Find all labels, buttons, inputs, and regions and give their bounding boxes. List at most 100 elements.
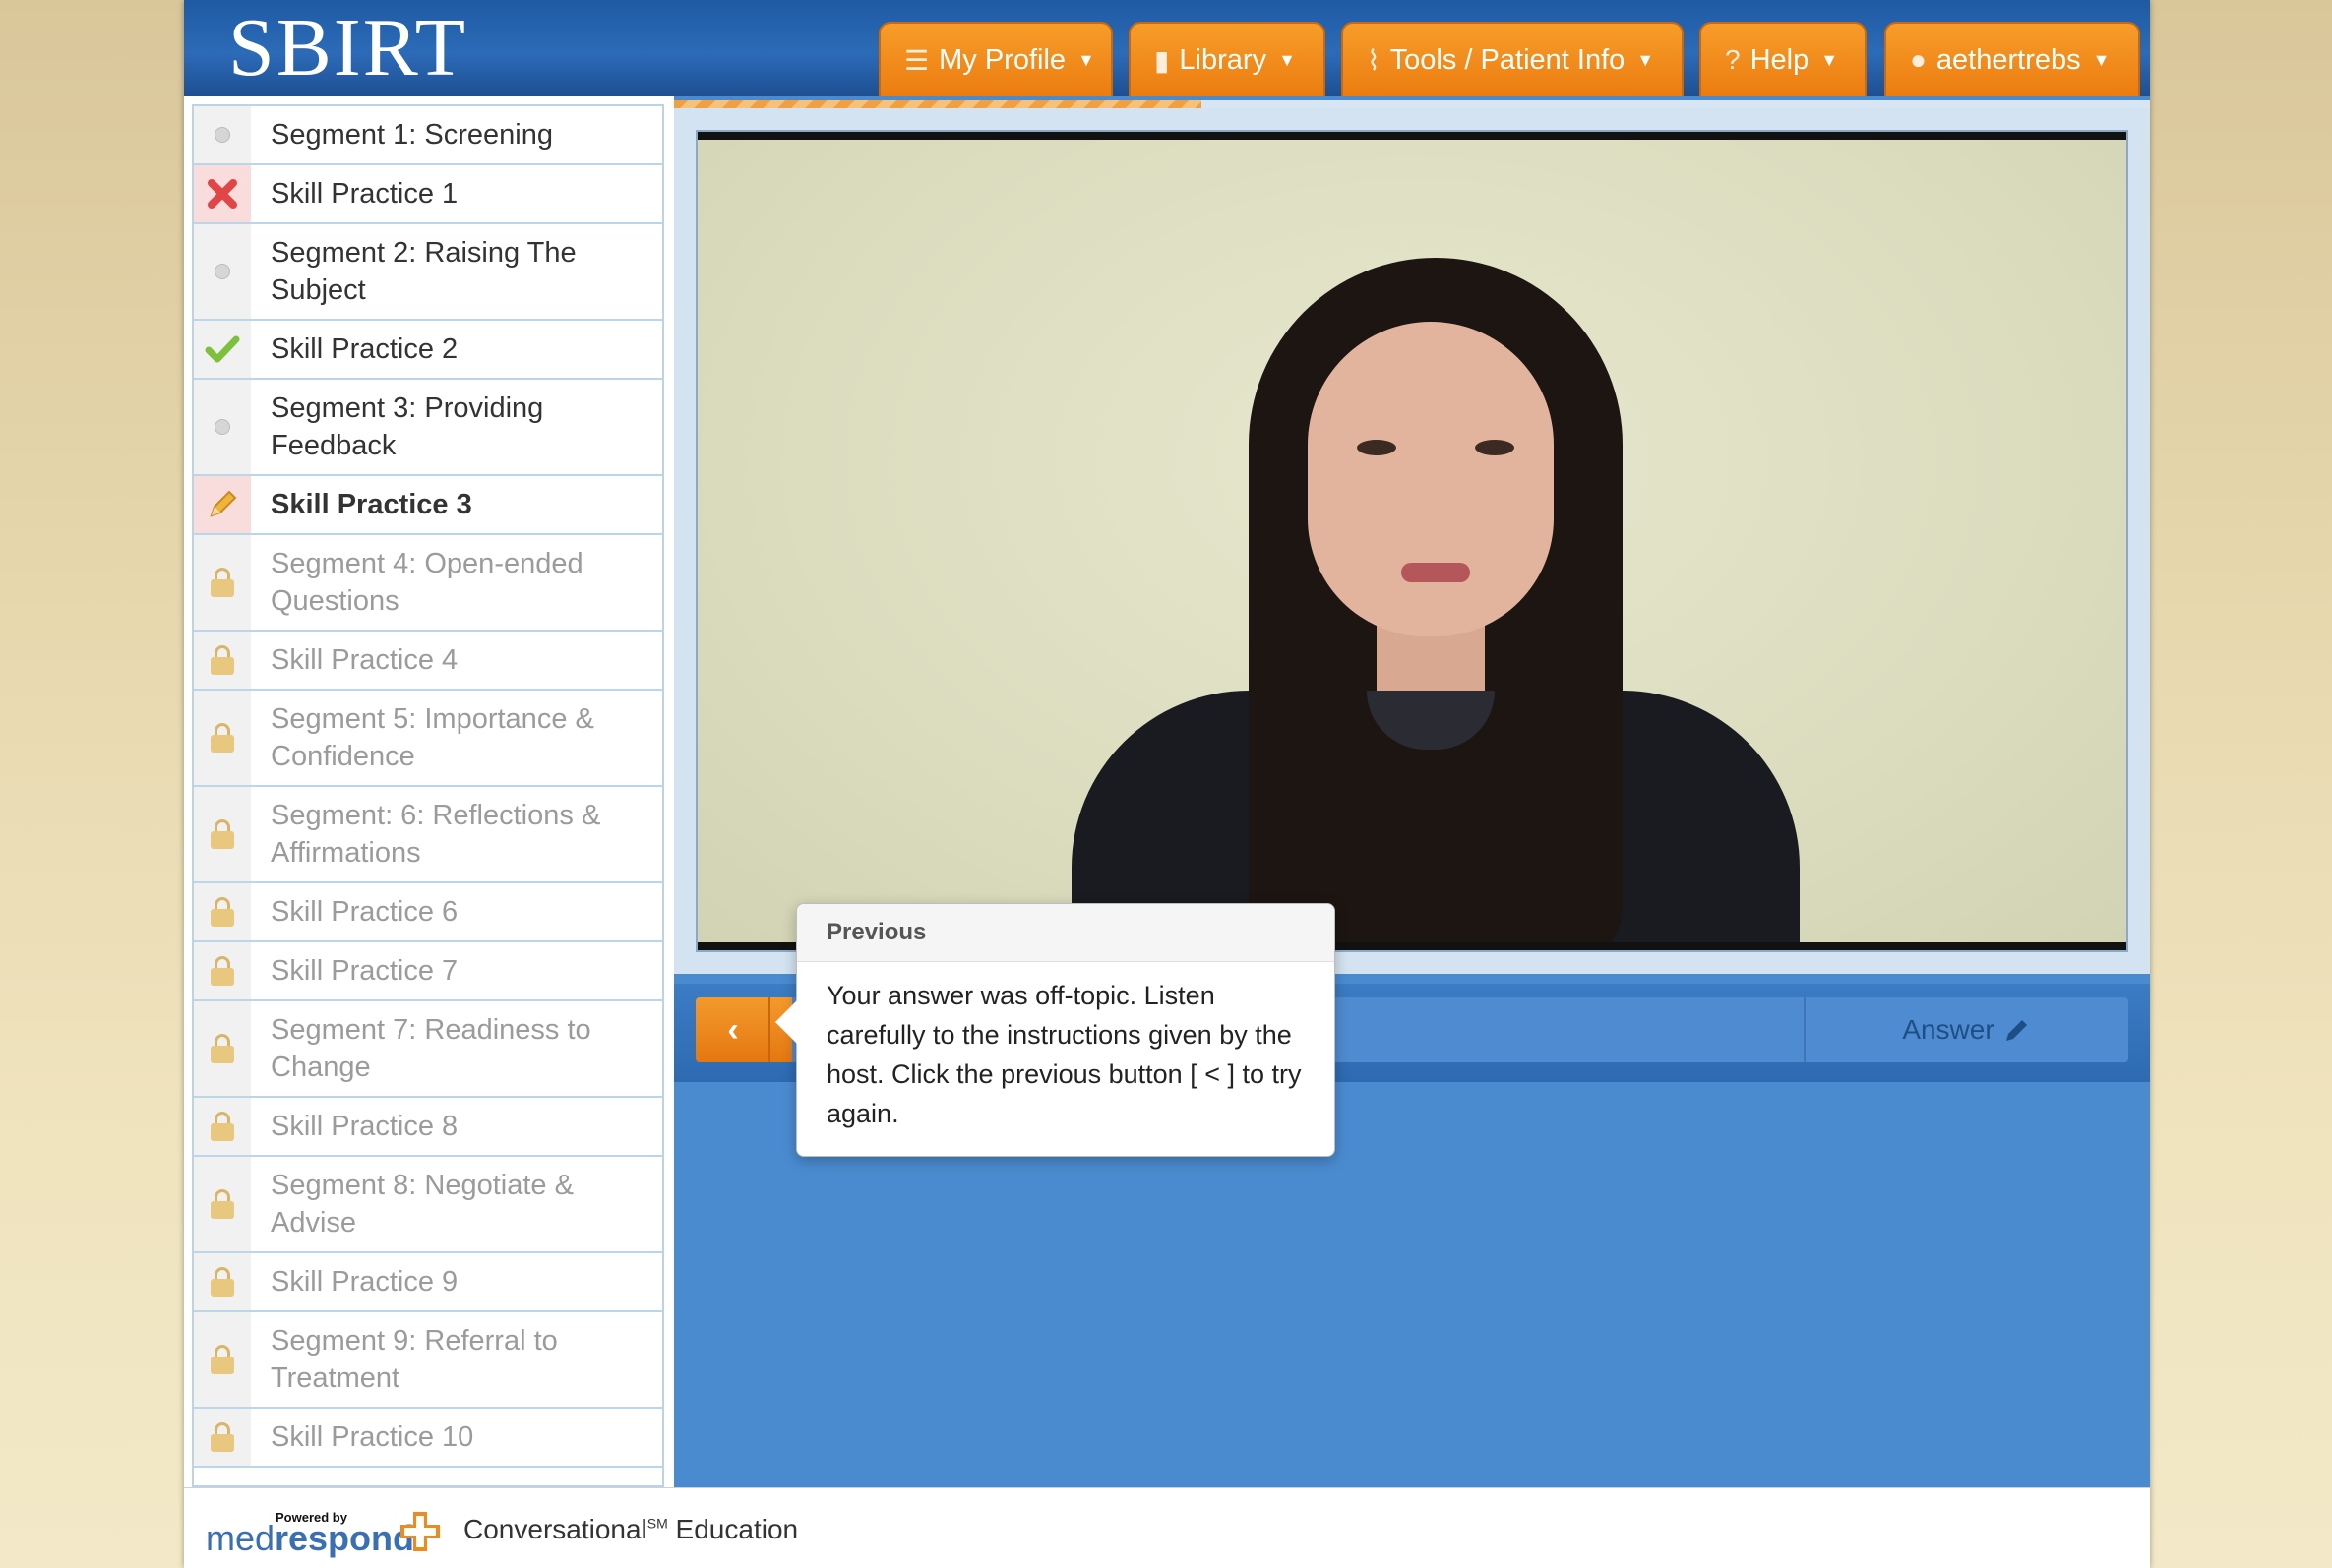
status-cell (194, 476, 251, 533)
sidebar-item-label: Skill Practice 3 (271, 489, 472, 520)
status-cell (194, 535, 251, 630)
segment-sidebar: Segment 1: Screening Skill Practice 1 Se… (192, 104, 664, 1487)
nav-my-profile-label: My Profile (939, 43, 1067, 76)
nav-help[interactable]: ? Help ▼ (1699, 22, 1867, 96)
sidebar-item-label: Segment 7: Readiness to Change (271, 1014, 591, 1083)
status-cell (194, 224, 251, 319)
footer-tagline: ConversationalSM Education (463, 1514, 798, 1545)
status-cell (194, 787, 251, 881)
sidebar-item-segment-9[interactable]: Segment 9: Referral to Treatment (194, 1312, 662, 1409)
sidebar-item-label: Segment 3: Providing Feedback (271, 392, 544, 461)
lock-icon (211, 819, 234, 849)
paperclip-icon: ⌇ (1367, 44, 1381, 76)
status-cell (194, 380, 251, 474)
sidebar-item-label: Skill Practice 7 (271, 955, 459, 987)
sidebar-item-label: Skill Practice 10 (271, 1421, 474, 1453)
video-player[interactable] (696, 130, 2128, 952)
failed-x-icon (208, 179, 237, 209)
chevron-left-icon: ‹ (727, 1010, 739, 1049)
chevron-down-icon: ▼ (1077, 49, 1095, 70)
lock-icon (211, 956, 234, 986)
sidebar-item-segment-5[interactable]: Segment 5: Importance & Confidence (194, 691, 662, 787)
lock-icon (211, 723, 234, 753)
check-icon (205, 335, 240, 363)
status-cell (194, 632, 251, 689)
chevron-down-icon: ▼ (2092, 49, 2111, 70)
nav-tools-patient-info[interactable]: ⌇ Tools / Patient Info ▼ (1341, 22, 1684, 96)
chevron-down-icon: ▼ (1278, 49, 1296, 70)
progress-fill (674, 100, 1201, 108)
tagline-text: Conversational (463, 1514, 647, 1544)
status-cell (194, 321, 251, 378)
nav-user-label: aethertrebs (1935, 43, 2081, 76)
sidebar-item-segment-3[interactable]: Segment 3: Providing Feedback (194, 380, 662, 476)
sidebar-item-label: Skill Practice 2 (271, 333, 459, 365)
lock-icon (211, 1422, 234, 1452)
sidebar-item-skill-practice-1[interactable]: Skill Practice 1 (194, 165, 662, 224)
sidebar-item-skill-practice-8[interactable]: Skill Practice 8 (194, 1098, 662, 1157)
video-frame-image (698, 140, 2126, 942)
lock-icon (211, 897, 234, 927)
lock-icon (211, 1345, 234, 1374)
status-cell (194, 1157, 251, 1251)
book-icon: ▮ (1154, 44, 1170, 76)
sidebar-item-label: Skill Practice 9 (271, 1266, 459, 1297)
sidebar-item-label: Segment 1: Screening (271, 119, 553, 151)
brand-logo-prefix: med (206, 1518, 276, 1558)
sidebar-item-segment-6[interactable]: Segment: 6: Reflections & Affirmations (194, 787, 662, 883)
sidebar-item-label: Skill Practice 1 (271, 178, 459, 210)
help-icon: ? (1725, 44, 1741, 75)
lock-icon (211, 1112, 234, 1141)
status-cell (194, 1312, 251, 1407)
sidebar-item-label: Skill Practice 6 (271, 896, 459, 928)
chevron-down-icon: ▼ (1636, 49, 1655, 70)
sidebar-item-segment-8[interactable]: Segment 8: Negotiate & Advise (194, 1157, 662, 1253)
sidebar-item-segment-1[interactable]: Segment 1: Screening (194, 106, 662, 165)
sidebar-item-label: Segment 8: Negotiate & Advise (271, 1170, 574, 1238)
status-cell (194, 1253, 251, 1310)
sidebar-item-skill-practice-2[interactable]: Skill Practice 2 (194, 321, 662, 380)
answer-button[interactable]: Answer (1804, 997, 2128, 1062)
answer-label: Answer (1902, 1014, 1994, 1045)
tagline-suffix: Education (667, 1514, 799, 1544)
app-logo[interactable]: SBIRT (228, 6, 467, 90)
nav-help-label: Help (1749, 43, 1810, 76)
sidebar-item-skill-practice-4[interactable]: Skill Practice 4 (194, 632, 662, 691)
popover-arrow (775, 1000, 797, 1044)
sidebar-item-skill-practice-6[interactable]: Skill Practice 6 (194, 883, 662, 942)
complete-dot-icon (215, 264, 230, 279)
chevron-down-icon: ▼ (1820, 49, 1839, 70)
popover-title: Previous (797, 904, 1334, 962)
nav-tools-label: Tools / Patient Info (1389, 43, 1626, 76)
nav-my-profile[interactable]: ☰ My Profile ▼ (879, 22, 1113, 96)
footer: Powered by med respond ConversationalSM … (184, 1487, 2150, 1568)
sidebar-item-skill-practice-3[interactable]: Skill Practice 3 (194, 476, 662, 535)
sidebar-item-label: Skill Practice 4 (271, 644, 459, 676)
nav-library-label: Library (1179, 43, 1267, 76)
sidebar-item-skill-practice-10[interactable]: Skill Practice 10 (194, 1409, 662, 1468)
medrespond-cross-icon (400, 1512, 440, 1551)
sidebar-item-label: Segment 5: Importance & Confidence (271, 703, 594, 772)
sidebar-item-label: Segment 4: Open-ended Questions (271, 548, 583, 617)
pencil-icon (210, 490, 237, 517)
sidebar-item-label: Skill Practice 8 (271, 1111, 459, 1142)
status-cell (194, 1098, 251, 1155)
nav-user-menu[interactable]: ● aethertrebs ▼ (1884, 22, 2140, 96)
nav-library[interactable]: ▮ Library ▼ (1129, 22, 1325, 96)
sidebar-item-skill-practice-9[interactable]: Skill Practice 9 (194, 1253, 662, 1312)
user-icon: ● (1910, 44, 1927, 75)
popover-message: Your answer was off-topic. Listen carefu… (827, 981, 1302, 1128)
sidebar-item-skill-practice-7[interactable]: Skill Practice 7 (194, 942, 662, 1001)
complete-dot-icon (215, 419, 230, 435)
sidebar-item-segment-2[interactable]: Segment 2: Raising The Subject (194, 224, 662, 321)
video-frame (674, 108, 2150, 974)
sidebar-item-label: Segment 2: Raising The Subject (271, 237, 577, 306)
status-cell (194, 1409, 251, 1466)
sidebar-item-segment-7[interactable]: Segment 7: Readiness to Change (194, 1001, 662, 1098)
status-cell (194, 883, 251, 940)
lock-icon (211, 645, 234, 675)
lock-icon (211, 568, 234, 597)
header: SBIRT ☰ My Profile ▼ ▮ Library ▼ ⌇ Tools… (184, 0, 2150, 96)
sidebar-item-segment-4[interactable]: Segment 4: Open-ended Questions (194, 535, 662, 632)
pencil-icon (2005, 1020, 2027, 1041)
